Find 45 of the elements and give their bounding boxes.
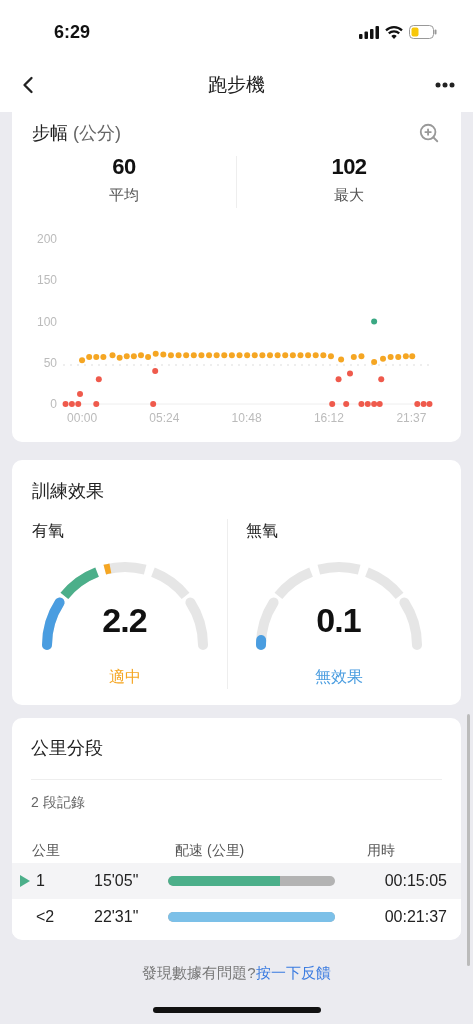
x-tick-label: 10:48 xyxy=(231,411,262,425)
wifi-icon xyxy=(385,25,403,39)
y-tick-label: 150 xyxy=(36,273,57,288)
stat-label: 最大 xyxy=(334,185,364,205)
gauge-value: 2.2 xyxy=(102,603,147,637)
card-title: 訓練效果 xyxy=(32,480,105,503)
gauge-rating: 無效果 xyxy=(314,667,363,687)
km-cell-text: <2 xyxy=(36,907,55,927)
play-icon xyxy=(20,875,30,887)
zoom-in-icon xyxy=(418,122,440,144)
gauge-rating: 適中 xyxy=(108,667,141,687)
time-cell-text: 00:21:37 xyxy=(383,907,447,927)
column-header: 配速 (公里) xyxy=(175,840,246,860)
y-tick-label: 100 xyxy=(36,314,57,329)
stat-value: 60 xyxy=(112,156,136,178)
signal-icon xyxy=(359,25,379,39)
x-tick-label: 00:00 xyxy=(67,411,98,425)
column-header: 用時 xyxy=(366,840,396,860)
more-icon xyxy=(435,82,455,88)
column-header: 公里 xyxy=(32,840,61,860)
time-cell-text: 00:15:05 xyxy=(383,871,447,891)
km-cell-text: 1 xyxy=(36,871,45,891)
x-tick-label: 05:24 xyxy=(149,411,180,425)
feedback-text: 發現數據有問題?按一下反饋 xyxy=(142,963,331,983)
pace-cell-text: 15'05" xyxy=(94,871,140,891)
stat-value: 102 xyxy=(331,156,367,178)
status-time: 6:29 xyxy=(54,20,91,44)
record-count: 2 段記錄 xyxy=(30,793,86,812)
gauge-label: 無氧 xyxy=(246,521,279,541)
stat-label: 平均 xyxy=(109,185,139,205)
pace-cell-text: 22'31" xyxy=(94,907,140,927)
gauge-value: 0.1 xyxy=(316,603,361,637)
y-tick-label: 0 xyxy=(50,397,57,411)
y-tick-label: 200 xyxy=(36,232,57,246)
gauge-label: 有氧 xyxy=(32,521,65,541)
zoom-in-button[interactable] xyxy=(417,121,441,145)
split-row[interactable]: 1 15'05" 00:15:05 xyxy=(12,863,461,899)
y-tick-label: 50 xyxy=(43,355,57,370)
card-title: 步幅 (公分) xyxy=(32,121,121,145)
battery-icon xyxy=(409,25,437,39)
page-title: 跑步機 xyxy=(208,72,265,97)
feedback-link[interactable]: 按一下反饋 xyxy=(255,964,331,981)
card-title: 公里分段 xyxy=(31,737,103,760)
x-tick-label: 16:12 xyxy=(313,411,344,425)
x-tick-label: 21:37 xyxy=(396,411,427,425)
